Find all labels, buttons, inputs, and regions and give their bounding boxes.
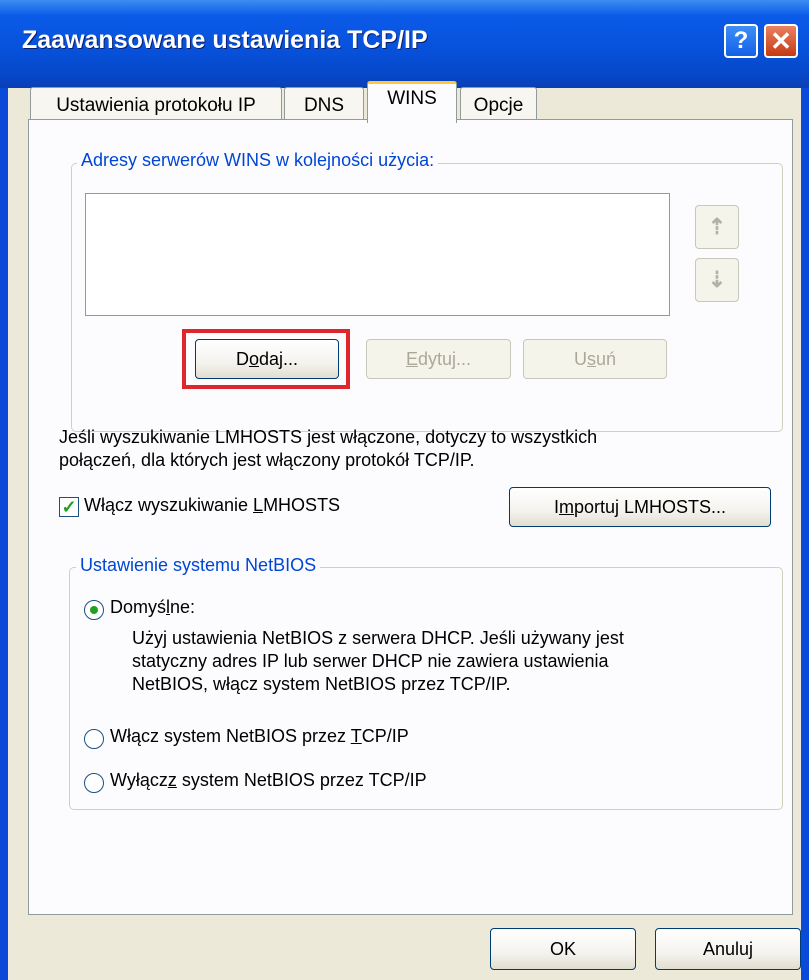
- netbios-default-description-line2: statyczny adres IP lub serwer DHCP nie z…: [132, 651, 609, 671]
- remove-label-post: uń: [595, 348, 617, 369]
- netbios-enable-radio[interactable]: [84, 729, 104, 749]
- close-button[interactable]: ✕: [764, 24, 798, 58]
- default-label-pre: Domyś: [110, 597, 167, 617]
- lmhosts-label-post: MHOSTS: [263, 495, 341, 515]
- edit-label-accel: E: [405, 348, 418, 369]
- netbios-default-label[interactable]: Domyślne:: [110, 597, 195, 618]
- disable-label-post: system NetBIOS przez TCP/IP: [176, 770, 427, 790]
- default-label-post: ne:: [170, 597, 196, 617]
- wins-servers-group-label: Adresy serwerów WINS w kolejności użycia…: [77, 150, 439, 171]
- enable-label-pre: Włącz system NetBIOS przez: [110, 726, 351, 746]
- lmhosts-checkbox[interactable]: ✓: [59, 497, 79, 517]
- lmhosts-label-pre: Włącz wyszukiwanie: [84, 495, 254, 515]
- netbios-disable-radio[interactable]: [84, 773, 104, 793]
- tab-options[interactable]: Opcje: [460, 87, 537, 123]
- radio-selected-dot: [90, 606, 98, 614]
- window-title: Zaawansowane ustawienia TCP/IP: [22, 26, 428, 54]
- netbios-default-description-line3: NetBIOS, włącz system NetBIOS przez TCP/…: [132, 674, 511, 694]
- import-lmhosts-button[interactable]: Im portuj LMHOSTS...: [509, 487, 771, 527]
- move-down-button: ⇣: [695, 258, 739, 302]
- disable-label-pre: Wyłącz: [110, 770, 168, 790]
- title-bar[interactable]: Zaawansowane ustawienia TCP/IP ? ✕: [0, 0, 809, 88]
- move-up-button: ⇡: [695, 205, 739, 249]
- lmhosts-description-line2: połączeń, dla których jest włączony prot…: [59, 450, 475, 470]
- import-label-accel: m: [558, 496, 574, 517]
- netbios-disable-label[interactable]: Wyłączz system NetBIOS przez TCP/IP: [110, 770, 427, 791]
- cancel-button[interactable]: Anuluj: [655, 928, 801, 970]
- lmhosts-label-accel: L: [253, 495, 264, 515]
- netbios-group-label: Ustawienie systemu NetBIOS: [76, 555, 321, 576]
- netbios-default-description-line1: Użyj ustawienia NetBIOS z serwera DHCP. …: [132, 628, 624, 648]
- edit-label-post: dytuj...: [417, 348, 472, 369]
- dialog-window: Zaawansowane ustawienia TCP/IP ? ✕ Ustaw…: [0, 0, 809, 980]
- dialog-client-area: Ustawienia protokołu IP DNS WINS Opcje A…: [8, 81, 801, 980]
- lmhosts-checkbox-label[interactable]: Włącz wyszukiwanie LMHOSTS: [84, 495, 340, 516]
- remove-label-accel: s: [586, 348, 596, 369]
- tab-ip-settings[interactable]: Ustawienia protokołu IP: [30, 87, 282, 123]
- edit-button: Edytuj...: [366, 339, 511, 379]
- enable-label-post: CP/IP: [361, 726, 409, 746]
- add-button[interactable]: Do daj...: [195, 339, 339, 379]
- remove-label-pre: U: [573, 348, 587, 369]
- tab-dns[interactable]: DNS: [284, 87, 364, 123]
- add-label-pre: D: [235, 348, 249, 369]
- netbios-default-radio[interactable]: [84, 600, 104, 620]
- down-arrow-icon: ⇣: [707, 267, 727, 292]
- lmhosts-description-line1: Jeśli wyszukiwanie LMHOSTS jest włączone…: [59, 427, 598, 447]
- help-button[interactable]: ?: [724, 24, 758, 58]
- add-label-accel: o: [248, 348, 259, 369]
- enable-label-accel: T: [350, 726, 362, 746]
- remove-button: Us uń: [523, 339, 667, 379]
- tab-wins[interactable]: WINS: [367, 81, 457, 123]
- add-label-post: daj...: [258, 348, 299, 369]
- netbios-enable-label[interactable]: Włącz system NetBIOS przez TCP/IP: [110, 726, 409, 747]
- ok-button[interactable]: OK: [490, 928, 636, 970]
- up-arrow-icon: ⇡: [707, 214, 727, 239]
- wins-servers-list[interactable]: [85, 193, 670, 316]
- disable-label-accel: z: [167, 770, 177, 790]
- wins-tab-page: Adresy serwerów WINS w kolejności użycia…: [28, 119, 793, 915]
- import-label-post: portuj LMHOSTS...: [573, 496, 727, 517]
